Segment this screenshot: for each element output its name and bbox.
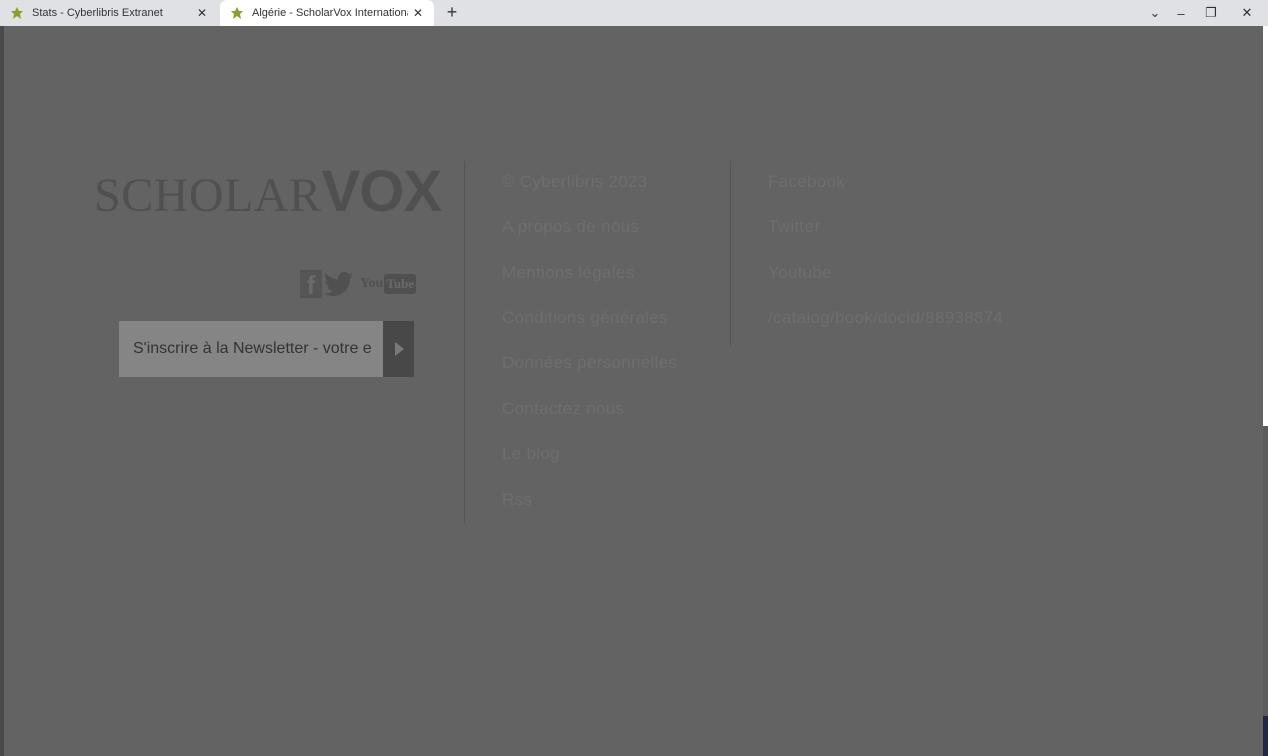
- leaf-favicon-icon: [11, 7, 23, 19]
- new-tab-button[interactable]: +: [442, 2, 462, 23]
- link-donnees-personnelles[interactable]: Données personnelles: [502, 353, 677, 373]
- window-close-button[interactable]: ✕: [1232, 0, 1262, 26]
- copyright-text: © Cyberlibris 2023: [502, 172, 648, 191]
- twitter-icon[interactable]: [324, 272, 354, 296]
- play-arrow-icon: [394, 342, 404, 356]
- scholarvox-logo[interactable]: SCHOLARVOX: [94, 163, 442, 222]
- footer-divider-2: [730, 161, 731, 346]
- link-twitter[interactable]: Twitter: [768, 217, 820, 237]
- page-edge-block: [1263, 716, 1268, 756]
- link-rss[interactable]: Rss: [502, 490, 532, 510]
- scrollbar-thumb[interactable]: [1263, 426, 1268, 726]
- youtube-you-text: You: [360, 276, 384, 291]
- tab-stats-cyberlibris[interactable]: Stats - Cyberlibris Extranet ✕: [0, 0, 218, 26]
- close-icon[interactable]: ✕: [192, 6, 212, 20]
- link-contactez-nous[interactable]: Contactez nous: [502, 399, 624, 419]
- tab-algerie-scholarvox[interactable]: Algérie - ScholarVox Internationa ✕: [220, 0, 434, 26]
- restore-button[interactable]: ❐: [1196, 0, 1226, 26]
- social-icons: f You Tube: [300, 270, 417, 300]
- link-conditions-generales[interactable]: Conditions générales: [502, 308, 668, 328]
- link-mentions-legales[interactable]: Mentions légales: [502, 263, 634, 283]
- footer-divider-1: [464, 161, 465, 523]
- link-youtube[interactable]: Youtube: [768, 263, 832, 283]
- logo-vox-text: VOX: [321, 159, 442, 224]
- minimize-button[interactable]: –: [1166, 0, 1196, 26]
- newsletter-submit-button[interactable]: [383, 321, 414, 377]
- scrollbar[interactable]: [1263, 26, 1268, 756]
- left-edge: [0, 26, 4, 756]
- leaf-favicon-icon: [231, 7, 243, 19]
- link-a-propos[interactable]: A propos de nous: [502, 217, 639, 237]
- tab-title: Algérie - ScholarVox Internationa: [252, 7, 408, 19]
- newsletter-email-input[interactable]: [119, 321, 383, 377]
- page-overlay: SCHOLARVOX f YouTube © Cyberlibris 2023 …: [0, 26, 1268, 756]
- close-icon[interactable]: ✕: [408, 6, 428, 20]
- facebook-icon[interactable]: f: [300, 270, 322, 300]
- link-blog[interactable]: Le blog: [502, 444, 560, 464]
- link-facebook[interactable]: Facebook: [768, 172, 845, 192]
- tab-title: Stats - Cyberlibris Extranet: [32, 7, 163, 19]
- youtube-icon[interactable]: You Tube: [360, 274, 417, 294]
- newsletter-form: [119, 321, 414, 377]
- link-catalog-book[interactable]: /catalog/book/docid/88938874: [768, 308, 1003, 328]
- logo-scholar-text: SCHOLAR: [94, 169, 322, 222]
- browser-tab-bar: Stats - Cyberlibris Extranet ✕ Algérie -…: [0, 0, 1268, 26]
- youtube-tube-text: Tube: [384, 274, 417, 294]
